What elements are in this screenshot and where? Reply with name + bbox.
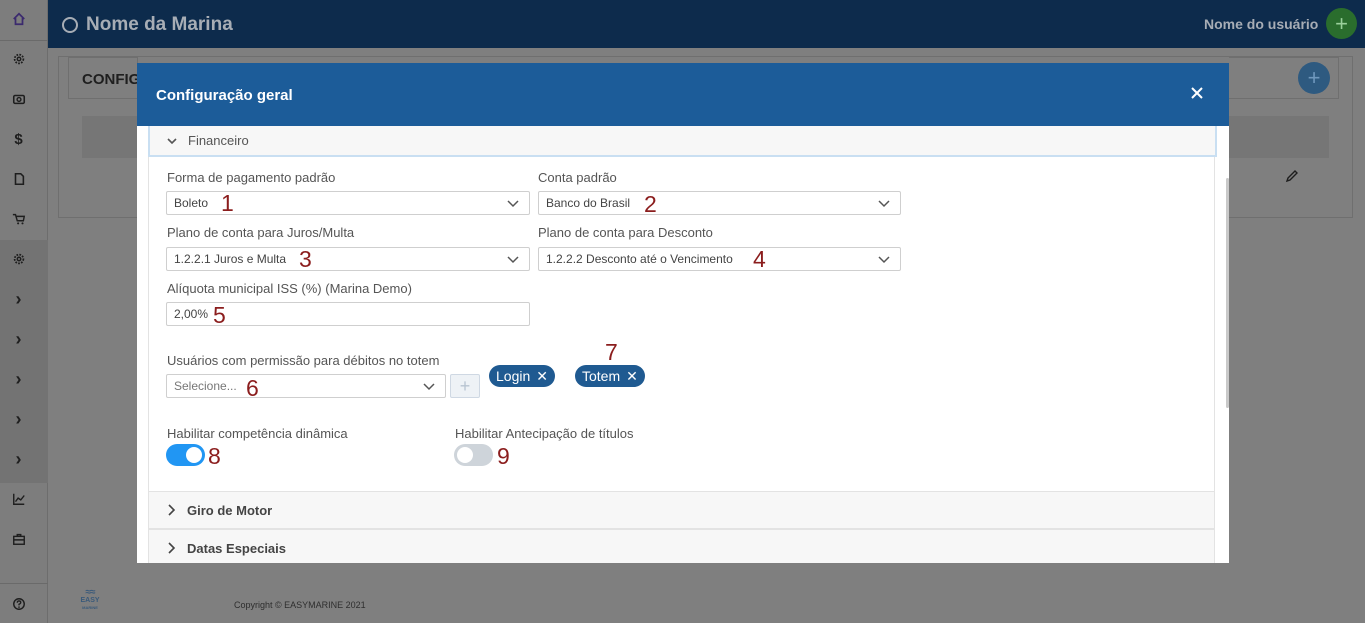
chevron-down-icon (507, 256, 519, 264)
forma-pagamento-value: Boleto (174, 196, 209, 210)
marker-2: 2 (644, 191, 657, 217)
chevron-right-icon (168, 542, 176, 554)
section-giro-motor-label: Giro de Motor (187, 502, 273, 518)
modal-header: Configuração geral (137, 63, 1229, 126)
background-table-header (82, 116, 138, 158)
file-icon[interactable] (0, 167, 37, 191)
close-icon (1191, 87, 1203, 99)
help-icon[interactable] (0, 592, 37, 616)
chevron-right-icon[interactable]: › (0, 287, 37, 311)
chevron-down-icon (167, 137, 177, 144)
marker-9: 9 (497, 443, 510, 469)
usuarios-select[interactable]: Selecione... (166, 374, 446, 398)
section-datas-especiais-label: Datas Especiais (187, 540, 287, 556)
home-icon[interactable] (0, 7, 37, 31)
user-add-button[interactable]: + (1326, 8, 1357, 39)
camera-icon[interactable] (0, 87, 37, 111)
dollar-icon[interactable]: $ (0, 127, 37, 151)
section-datas-especiais-header[interactable]: Datas Especiais (148, 529, 1215, 563)
plano-desconto-label: Plano de conta para Desconto (538, 225, 713, 240)
chip-login: Login ✕ (489, 365, 555, 387)
background-add-button[interactable]: + (1298, 62, 1330, 94)
pencil-icon[interactable] (1284, 168, 1300, 189)
circle-icon (62, 17, 78, 33)
plano-desconto-value: 1.2.2.2 Desconto até o Vencimento (546, 252, 733, 266)
forma-pagamento-label: Forma de pagamento padrão (167, 170, 336, 185)
section-financeiro-label: Financeiro (188, 133, 249, 148)
waves-icon: ≈≈ (85, 587, 96, 598)
plano-juros-select[interactable]: 1.2.2.1 Juros e Multa (166, 247, 530, 271)
antecipacao-label: Habilitar Antecipação de títulos (455, 426, 634, 441)
logo-line-1: EASY (80, 597, 100, 604)
toolbox-icon[interactable] (0, 527, 37, 551)
gear-icon[interactable] (0, 247, 37, 271)
section-financeiro-header[interactable]: Financeiro (148, 126, 1217, 157)
close-button[interactable] (1187, 83, 1207, 103)
chevron-right-icon[interactable]: › (0, 367, 37, 391)
cart-icon[interactable] (0, 207, 37, 231)
chip-totem-label: Totem (582, 368, 621, 384)
chip-login-label: Login (496, 368, 531, 384)
plano-juros-value: 1.2.2.1 Juros e Multa (174, 252, 287, 266)
copyright-text: Copyright © EASYMARINE 2021 (234, 600, 366, 610)
marker-1: 1 (221, 190, 234, 216)
marker-6: 6 (246, 375, 259, 401)
marker-4: 4 (753, 246, 766, 272)
conta-padrao-select[interactable]: Banco do Brasil (538, 191, 901, 215)
easymarine-logo: ≈≈ EASY MARINE (76, 587, 104, 611)
section-giro-motor-header[interactable]: Giro de Motor (148, 491, 1215, 529)
sidebar-divider (0, 583, 48, 584)
toggle-knob (457, 447, 473, 463)
chevron-down-icon (507, 200, 519, 208)
add-user-button[interactable]: + (450, 374, 480, 398)
marker-7: 7 (605, 339, 618, 365)
conta-padrao-value: Banco do Brasil (546, 196, 631, 210)
marker-5: 5 (213, 302, 226, 328)
conta-padrao-label: Conta padrão (538, 170, 617, 185)
sidebar-divider (0, 40, 48, 41)
chip-remove-icon[interactable]: ✕ (626, 369, 638, 383)
usuarios-placeholder: Selecione... (174, 379, 237, 393)
marker-8: 8 (208, 443, 221, 469)
config-modal: Configuração geral Financeiro Forma de p… (137, 63, 1229, 563)
chevron-down-icon (423, 383, 435, 391)
marina-title[interactable]: Nome da Marina (62, 14, 233, 36)
user-name[interactable]: Nome do usuário (1204, 16, 1318, 32)
competencia-toggle[interactable] (166, 444, 205, 466)
sidebar: $ › › › › › (0, 0, 48, 623)
background-panel-title: CONFIG (82, 71, 141, 88)
chevron-right-icon[interactable]: › (0, 327, 37, 351)
aliquota-value: 2,00% (174, 307, 209, 321)
toggle-knob (186, 447, 202, 463)
chevron-down-icon (878, 256, 890, 264)
gear-icon[interactable] (0, 47, 37, 71)
chevron-down-icon (878, 200, 890, 208)
antecipacao-toggle[interactable] (454, 444, 493, 466)
chevron-right-icon[interactable]: › (0, 407, 37, 431)
background-table-header (1229, 116, 1329, 158)
chevron-right-icon[interactable]: › (0, 447, 37, 471)
top-bar (48, 0, 1365, 48)
competencia-label: Habilitar competência dinâmica (167, 426, 348, 441)
marker-3: 3 (299, 246, 312, 272)
logo-line-2: MARINE (82, 605, 98, 610)
chip-totem: Totem ✕ (575, 365, 645, 387)
chevron-right-icon (168, 504, 176, 516)
modal-scrollbar[interactable] (1226, 178, 1229, 408)
aliquota-label: Alíquota municipal ISS (%) (Marina Demo) (167, 281, 412, 296)
chart-icon[interactable] (0, 487, 37, 511)
plano-desconto-select[interactable]: 1.2.2.2 Desconto até o Vencimento (538, 247, 901, 271)
chip-remove-icon[interactable]: ✕ (536, 369, 548, 383)
marina-name: Nome da Marina (86, 14, 233, 35)
plano-juros-label: Plano de conta para Juros/Multa (167, 225, 355, 240)
usuarios-label: Usuários com permissão para débitos no t… (167, 353, 440, 368)
modal-title: Configuração geral (156, 87, 293, 104)
